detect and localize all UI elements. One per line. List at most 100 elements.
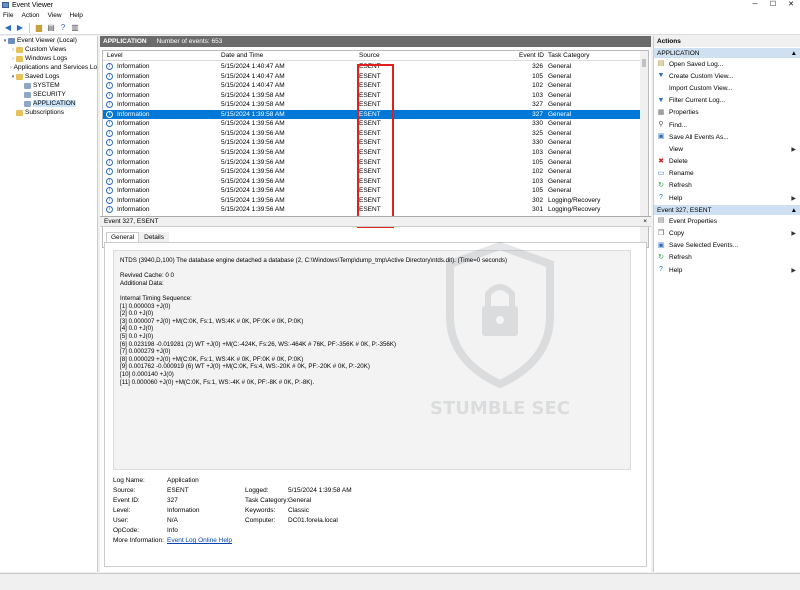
event-log-online-help-link[interactable]: Event Log Online Help bbox=[167, 537, 232, 546]
event-row[interactable]: i Information 5/15/2024 1:39:56 AM ESENT 330… bbox=[103, 119, 641, 129]
action-help[interactable]: ? Help ▶ bbox=[654, 264, 800, 276]
action-view[interactable]: View ▶ bbox=[654, 143, 800, 155]
event-row[interactable]: i Information 5/15/2024 1:39:56 AM ESENT 103… bbox=[103, 177, 641, 187]
folder-icon bbox=[16, 73, 23, 80]
action-properties[interactable]: ▦ Properties bbox=[654, 107, 800, 119]
minimize-button[interactable]: ─ bbox=[746, 0, 764, 10]
event-message[interactable]: NTDS (3940,D,100) The database engine de… bbox=[113, 250, 631, 470]
event-row[interactable]: i Information 5/15/2024 1:39:56 AM ESENT 302… bbox=[103, 196, 641, 206]
action-delete[interactable]: ✖ Delete bbox=[654, 156, 800, 168]
column-date-time[interactable]: Date and Time bbox=[221, 52, 263, 59]
action-import-custom-view[interactable]: Import Custom View... bbox=[654, 82, 800, 94]
tab-details[interactable]: Details bbox=[139, 232, 169, 242]
back-arrow-icon[interactable]: ◀ bbox=[3, 23, 13, 33]
tree-item-label: Saved Logs bbox=[25, 73, 60, 80]
column-task-category[interactable]: Task Category bbox=[548, 52, 590, 59]
action-pane-icon[interactable]: ▥ bbox=[70, 23, 80, 33]
action-copy[interactable]: ❐ Copy ▶ bbox=[654, 227, 800, 239]
save-icon: ▣ bbox=[657, 133, 665, 141]
event-row[interactable]: i Information 5/15/2024 1:40:47 AM ESENT 105… bbox=[103, 72, 641, 82]
column-event-id[interactable]: Event ID bbox=[519, 52, 544, 59]
expand-chevron-icon[interactable]: › bbox=[10, 65, 12, 71]
actions-section-application[interactable]: APPLICATION ▲ bbox=[654, 48, 800, 58]
event-row[interactable]: i Information 5/15/2024 1:39:56 AM ESENT 105… bbox=[103, 186, 641, 196]
event-row[interactable]: i Information 5/15/2024 1:39:56 AM ESENT 105… bbox=[103, 158, 641, 168]
properties-icon: ▦ bbox=[657, 108, 665, 116]
close-button[interactable]: ✕ bbox=[782, 0, 800, 10]
information-icon: i bbox=[106, 129, 113, 137]
event-row[interactable]: i Information 5/15/2024 1:39:58 AM ESENT 327… bbox=[103, 100, 641, 110]
information-icon: i bbox=[106, 158, 113, 166]
window-title: Event Viewer bbox=[12, 1, 54, 9]
event-viewer-window: Event Viewer ─ ☐ ✕ File Action View Help… bbox=[0, 0, 800, 590]
information-icon: i bbox=[106, 82, 113, 90]
delete-icon: ✖ bbox=[658, 157, 664, 165]
submenu-arrow-icon: ▶ bbox=[791, 267, 796, 274]
column-level[interactable]: Level bbox=[107, 52, 123, 59]
action-save-all-events-as[interactable]: ▣ Save All Events As... bbox=[654, 131, 800, 143]
event-row[interactable]: i Information 5/15/2024 1:40:47 AM ESENT 326… bbox=[103, 62, 641, 72]
action-label: Help bbox=[669, 266, 683, 274]
event-row[interactable]: i Information 5/15/2024 1:39:58 AM ESENT 327… bbox=[103, 109, 641, 120]
action-find[interactable]: ⚲ Find... bbox=[654, 119, 800, 131]
event-row[interactable]: i Information 5/15/2024 1:39:56 AM ESENT 325… bbox=[103, 129, 641, 139]
tree-item[interactable]: SECURITY bbox=[0, 90, 97, 99]
event-cell-date: 5/15/2024 1:39:56 AM bbox=[221, 187, 285, 195]
action-filter-current-log[interactable]: ▼ Filter Current Log... bbox=[654, 95, 800, 107]
task-category-label: Task Category: bbox=[245, 497, 289, 504]
tree-item[interactable]: › Applications and Services Lo bbox=[0, 63, 97, 72]
forward-arrow-icon[interactable]: ▶ bbox=[15, 23, 25, 33]
event-row[interactable]: i Information 5/15/2024 1:39:56 AM ESENT 330… bbox=[103, 138, 641, 148]
action-save-selected-events[interactable]: ▣ Save Selected Events... bbox=[654, 240, 800, 252]
actions-section-event[interactable]: Event 327, ESENT ▲ bbox=[654, 205, 800, 216]
tree-item[interactable]: › Custom Views bbox=[0, 45, 97, 54]
status-bar bbox=[0, 573, 800, 590]
menu-action[interactable]: Action bbox=[21, 12, 39, 19]
tree-item[interactable]: ▾ Event Viewer (Local) bbox=[0, 36, 97, 45]
message-line bbox=[120, 265, 624, 273]
event-cell-level: Information bbox=[117, 120, 150, 128]
event-row[interactable]: i Information 5/15/2024 1:39:56 AM ESENT 103… bbox=[103, 148, 641, 158]
tree-item-label: APPLICATION bbox=[33, 100, 76, 107]
close-detail-icon[interactable]: × bbox=[643, 218, 647, 225]
menu-help[interactable]: Help bbox=[70, 12, 83, 19]
event-detail-body: NTDS (3940,D,100) The database engine de… bbox=[104, 242, 647, 567]
event-cell-date: 5/15/2024 1:40:47 AM bbox=[221, 72, 285, 80]
menu-view[interactable]: View bbox=[48, 12, 62, 19]
show-hide-tree-icon[interactable]: ▤ bbox=[46, 23, 56, 33]
message-line: [3] 0.000007 +J(0) +M(C:0K, Fs:1, WS:4K … bbox=[120, 317, 304, 325]
event-cell-level: Information bbox=[117, 187, 150, 195]
action-event-properties[interactable]: ▤ Event Properties bbox=[654, 215, 800, 227]
menu-file[interactable]: File bbox=[3, 12, 13, 19]
folder-up-icon[interactable]: ▆ bbox=[34, 23, 44, 33]
menu-bar: File Action View Help bbox=[0, 10, 800, 21]
column-source[interactable]: Source bbox=[359, 52, 380, 59]
action-refresh[interactable]: ↻ Refresh bbox=[654, 252, 800, 264]
information-icon: i bbox=[106, 177, 113, 185]
tree-item[interactable]: APPLICATION bbox=[0, 99, 97, 108]
tab-general[interactable]: General bbox=[106, 232, 140, 242]
action-rename[interactable]: ▭ Rename bbox=[654, 168, 800, 180]
user-value: N/A bbox=[167, 517, 178, 524]
action-create-custom-view[interactable]: ▼ Create Custom View... bbox=[654, 70, 800, 82]
action-help[interactable]: ? Help ▶ bbox=[654, 192, 800, 204]
event-cell-category: General bbox=[548, 120, 572, 128]
event-cell-source: ESENT bbox=[359, 120, 381, 128]
action-label: Open Saved Log... bbox=[669, 60, 724, 68]
tree-item[interactable]: ▾ Saved Logs bbox=[0, 72, 97, 81]
collapse-arrow-icon[interactable]: ▲ bbox=[791, 50, 797, 57]
event-row[interactable]: i Information 5/15/2024 1:39:56 AM ESENT 301… bbox=[103, 205, 641, 215]
event-row[interactable]: i Information 5/15/2024 1:39:58 AM ESENT 103… bbox=[103, 91, 641, 101]
message-line: [1] 0.000003 +J(0) bbox=[120, 302, 171, 310]
action-open-saved-log[interactable]: ▤ Open Saved Log... bbox=[654, 58, 800, 70]
tree-item[interactable]: Subscriptions bbox=[0, 108, 97, 117]
information-icon: i bbox=[106, 196, 113, 204]
action-refresh[interactable]: ↻ Refresh bbox=[654, 180, 800, 192]
tree-item[interactable]: SYSTEM bbox=[0, 81, 97, 90]
event-row[interactable]: i Information 5/15/2024 1:39:56 AM ESENT 102… bbox=[103, 167, 641, 177]
help-icon[interactable]: ? bbox=[58, 23, 68, 33]
event-row[interactable]: i Information 5/15/2024 1:40:47 AM ESENT 102… bbox=[103, 81, 641, 91]
tree-item[interactable]: › Windows Logs bbox=[0, 54, 97, 63]
maximize-button[interactable]: ☐ bbox=[764, 0, 782, 10]
collapse-arrow-icon[interactable]: ▲ bbox=[791, 207, 797, 214]
